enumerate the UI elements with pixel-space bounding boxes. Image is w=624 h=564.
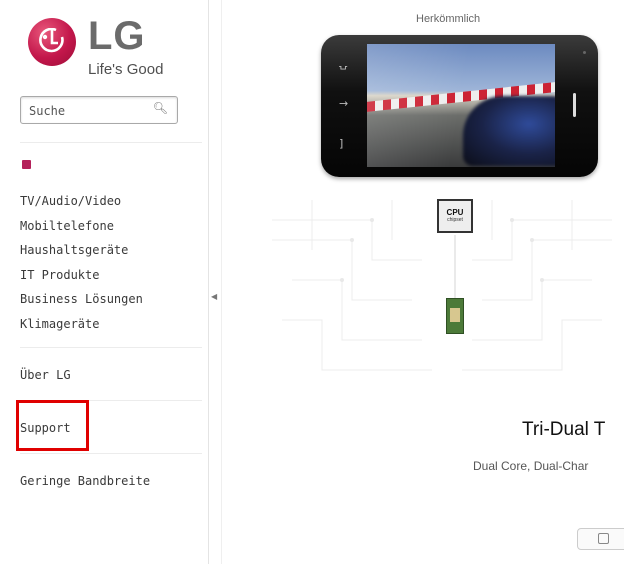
- divider: [20, 142, 202, 143]
- nav-item-tv-audio-video[interactable]: TV/Audio/Video: [20, 193, 143, 218]
- phone-image: ⍽ → ]: [321, 35, 598, 177]
- collapse-sidebar-icon[interactable]: ◀: [211, 292, 217, 301]
- support-highlight-box: [16, 400, 89, 451]
- phone-button-icon: ]: [339, 137, 344, 150]
- nav-item-ueber-lg[interactable]: Über LG: [20, 368, 71, 382]
- feature-headline: Tri-Dual T: [522, 419, 606, 440]
- nav-item-klimageraete[interactable]: Klimageräte: [20, 316, 143, 341]
- toggle-button[interactable]: [577, 528, 624, 550]
- phone-button-icon: →: [339, 97, 349, 110]
- logo-tagline: Life's Good: [88, 61, 164, 78]
- nav-item-geringe-bandbreite[interactable]: Geringe Bandbreite: [20, 474, 150, 488]
- logo-wordmark: LG: [88, 14, 146, 58]
- checkbox-icon: [598, 533, 609, 544]
- phone-camera: [583, 51, 586, 54]
- brand-square-icon: [22, 160, 31, 169]
- cpu-sublabel: chipset: [447, 217, 463, 223]
- search-icon[interactable]: 🔍︎: [153, 101, 168, 115]
- divider: [20, 453, 202, 454]
- search-box: 🔍︎: [20, 96, 178, 124]
- phone-screen: [367, 44, 555, 167]
- phone-slot: [573, 93, 576, 117]
- category-nav: TV/Audio/Video Mobiltelefone Haushaltsge…: [20, 193, 143, 340]
- lg-face-icon: [28, 18, 76, 66]
- nav-item-business-loesungen[interactable]: Business Lösungen: [20, 291, 143, 316]
- sidebar: LG Life's Good 🔍︎ TV/Audio/Video Mobilte…: [0, 0, 209, 564]
- nav-item-mobiltelefone[interactable]: Mobiltelefone: [20, 218, 143, 243]
- phone-caption: Herkömmlich: [416, 13, 481, 25]
- phone-button-icon: ⍽: [339, 57, 348, 70]
- nav-item-haushaltsgeraete[interactable]: Haushaltsgeräte: [20, 242, 143, 267]
- lg-logo[interactable]: LG Life's Good: [28, 14, 188, 82]
- memory-chip-icon: [446, 298, 464, 334]
- cpu-chip-icon: CPU chipset: [437, 199, 473, 233]
- cpu-label: CPU: [446, 208, 464, 217]
- nav-item-it-produkte[interactable]: IT Produkte: [20, 267, 143, 292]
- main-content: Herkömmlich ⍽ → ] CPU chipset Tri-Dual T…: [222, 0, 624, 564]
- search-input[interactable]: [21, 97, 147, 123]
- divider: [20, 347, 202, 348]
- feature-subline: Dual Core, Dual-Char: [473, 459, 589, 473]
